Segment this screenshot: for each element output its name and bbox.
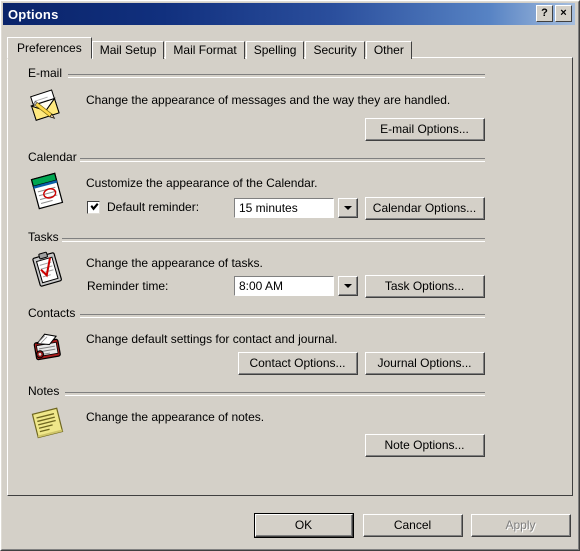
envelope-pencil-icon — [28, 88, 62, 122]
email-options-button-label: E-mail Options... — [366, 119, 484, 140]
journal-options-button-label: Journal Options... — [366, 353, 484, 374]
contact-options-button[interactable]: Contact Options... — [238, 352, 358, 375]
default-reminder-combo-value: 15 minutes — [239, 201, 298, 215]
group-email: E-mail Change the appearance of messages… — [8, 66, 574, 146]
journal-options-button[interactable]: Journal Options... — [365, 352, 485, 375]
default-reminder-checkbox[interactable] — [87, 201, 100, 214]
calendar-description: Customize the appearance of the Calendar… — [86, 176, 318, 190]
chevron-down-icon — [339, 277, 357, 295]
group-separator-tasks — [61, 238, 485, 242]
ok-button[interactable]: OK — [254, 513, 354, 538]
group-label-notes: Notes — [26, 384, 63, 398]
task-options-button[interactable]: Task Options... — [365, 275, 485, 298]
tab-strip: Preferences Mail Setup Mail Format Spell… — [7, 37, 413, 59]
address-book-icon — [28, 328, 62, 362]
notes-description: Change the appearance of notes. — [86, 410, 265, 424]
apply-button-label: Apply — [472, 515, 570, 536]
default-reminder-combo[interactable]: 15 minutes — [234, 198, 334, 218]
default-reminder-combo-arrow[interactable] — [338, 198, 358, 218]
chevron-down-icon — [339, 199, 357, 217]
title-bar-buttons: ? × — [536, 5, 572, 22]
ok-button-inner: OK — [255, 514, 353, 537]
group-label-contacts: Contacts — [26, 306, 79, 320]
group-separator-calendar — [78, 158, 485, 162]
group-label-tasks: Tasks — [26, 230, 62, 244]
note-options-button[interactable]: Note Options... — [365, 434, 485, 457]
close-icon[interactable]: × — [555, 5, 572, 22]
tab-security[interactable]: Security — [305, 41, 365, 59]
cancel-button[interactable]: Cancel — [363, 514, 463, 537]
checkmark-icon — [90, 203, 99, 211]
contacts-description: Change default settings for contact and … — [86, 332, 338, 346]
group-calendar: Calendar Customize the appearance of the… — [8, 150, 574, 230]
help-icon[interactable]: ? — [536, 5, 553, 22]
clipboard-check-icon — [28, 250, 62, 287]
tab-panel-preferences: E-mail Change the appearance of messages… — [7, 57, 573, 496]
group-separator-email — [68, 74, 485, 78]
options-dialog: Options ? × E-mail Change the appearance… — [0, 0, 580, 551]
group-tasks: Tasks Change the appearance of tasks. Re… — [8, 230, 574, 308]
task-options-button-label: Task Options... — [366, 276, 484, 297]
group-label-calendar: Calendar — [26, 150, 80, 164]
tab-preferences[interactable]: Preferences — [7, 37, 92, 59]
tasks-description: Change the appearance of tasks. — [86, 256, 263, 270]
sticky-note-icon — [28, 404, 64, 439]
group-notes: Notes Change the appearance of notes. No… — [8, 384, 574, 464]
group-contacts: Contacts Change default settings for con… — [8, 306, 574, 384]
ok-button-label: OK — [256, 515, 352, 536]
window-title: Options — [8, 6, 59, 22]
email-options-button[interactable]: E-mail Options... — [365, 118, 485, 141]
reminder-time-label: Reminder time: — [87, 279, 169, 293]
title-bar[interactable]: Options ? × — [3, 3, 575, 25]
group-label-email: E-mail — [26, 66, 66, 80]
note-options-button-label: Note Options... — [366, 435, 484, 456]
group-separator-notes — [65, 392, 485, 396]
tab-mail-setup[interactable]: Mail Setup — [91, 41, 165, 59]
group-separator-contacts — [80, 314, 485, 318]
apply-button: Apply — [471, 514, 571, 537]
calendar-page-icon — [28, 172, 64, 210]
reminder-time-combo[interactable]: 8:00 AM — [234, 276, 334, 296]
calendar-options-button-label: Calendar Options... — [366, 198, 484, 219]
contact-options-button-label: Contact Options... — [239, 353, 357, 374]
email-description: Change the appearance of messages and th… — [86, 93, 451, 107]
calendar-options-button[interactable]: Calendar Options... — [365, 197, 485, 220]
tab-spelling[interactable]: Spelling — [245, 41, 305, 59]
tab-mail-format[interactable]: Mail Format — [165, 41, 245, 59]
default-reminder-label: Default reminder: — [107, 200, 200, 214]
reminder-time-combo-arrow[interactable] — [338, 276, 358, 296]
reminder-time-combo-value: 8:00 AM — [239, 279, 284, 293]
cancel-button-label: Cancel — [364, 515, 462, 536]
tab-other[interactable]: Other — [365, 41, 412, 59]
